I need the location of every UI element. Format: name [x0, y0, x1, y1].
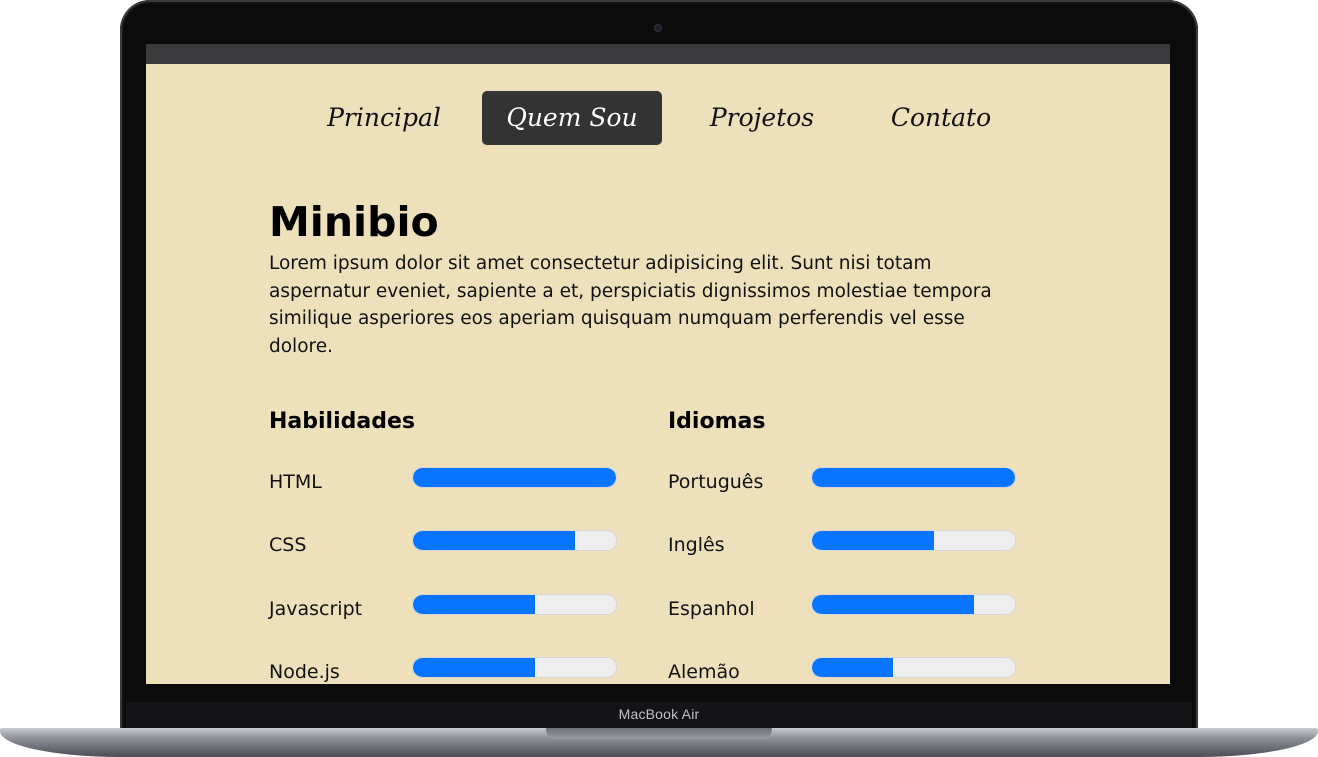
skill-label: Node.js	[269, 661, 340, 683]
minibio-text: Lorem ipsum dolor sit amet consectetur a…	[269, 253, 992, 357]
language-label: Português	[668, 471, 764, 493]
about-section: Minibio Lorem ipsum dolor sit amet conse…	[269, 194, 1029, 360]
skill-bar-fill	[413, 468, 616, 487]
skills-title: Habilidades	[269, 409, 415, 434]
skill-row: Javascript	[269, 594, 629, 624]
skill-label: Javascript	[269, 598, 363, 620]
language-label: Inglês	[668, 534, 725, 556]
nav-link-projetos[interactable]: Projetos	[672, 91, 852, 145]
skill-bar	[412, 530, 617, 551]
language-bar-fill	[812, 468, 1015, 487]
skill-label: CSS	[269, 534, 307, 556]
skill-bar	[412, 594, 617, 615]
laptop-mockup: Principal Quem Sou Projetos Contato Mini…	[0, 0, 1318, 757]
minibio-title: Minibio	[269, 198, 439, 246]
language-label: Espanhol	[668, 598, 755, 620]
browser-top-bar	[146, 44, 1170, 64]
skill-bar	[412, 657, 617, 678]
language-row: Português	[668, 467, 1028, 497]
language-bar	[811, 467, 1016, 488]
language-bar	[811, 530, 1016, 551]
language-row: Espanhol	[668, 594, 1028, 624]
skill-row: Node.js	[269, 657, 629, 684]
languages-column: Idiomas Português Inglês Espanhol Alemão	[668, 402, 1028, 683]
language-bar-fill	[812, 531, 934, 550]
language-bar-fill	[812, 595, 975, 614]
laptop-hinge-notch	[546, 728, 772, 739]
language-bar	[811, 657, 1016, 678]
skill-row: CSS	[269, 530, 629, 560]
language-bar-fill	[812, 658, 894, 677]
camera-icon	[654, 24, 662, 32]
language-row: Inglês	[668, 530, 1028, 560]
skill-bar	[412, 467, 617, 488]
nav-link-quem-sou[interactable]: Quem Sou	[482, 91, 662, 145]
skill-bar-fill	[413, 531, 576, 550]
skill-label: HTML	[269, 471, 322, 493]
language-row: Alemão	[668, 657, 1028, 684]
skills-column: Habilidades HTML CSS Javascript Node.js	[269, 402, 629, 683]
skill-row: HTML	[269, 467, 629, 497]
language-label: Alemão	[668, 661, 740, 683]
nav-link-contato[interactable]: Contato	[851, 91, 1031, 145]
nav-link-principal[interactable]: Principal	[294, 91, 474, 145]
main-nav: Principal Quem Sou Projetos Contato	[146, 91, 1170, 145]
browser-screen: Principal Quem Sou Projetos Contato Mini…	[146, 44, 1170, 684]
skill-bar-fill	[413, 658, 535, 677]
language-bar	[811, 594, 1016, 615]
skill-bar-fill	[413, 595, 535, 614]
device-brand-label: MacBook Air	[618, 706, 700, 722]
languages-title: Idiomas	[668, 409, 766, 434]
